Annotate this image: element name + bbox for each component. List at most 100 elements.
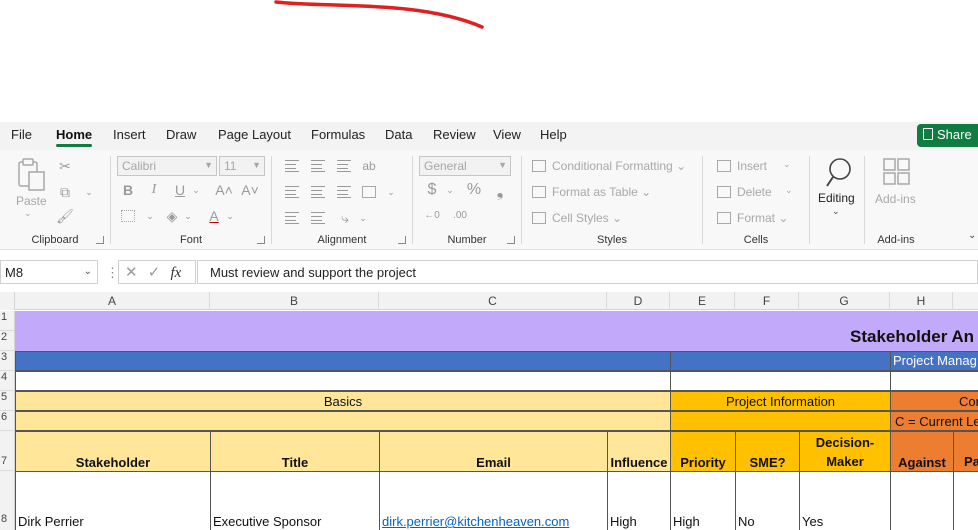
align-center-icon[interactable] — [311, 186, 325, 198]
row-header-7[interactable]: 7 — [0, 431, 15, 471]
row-header-2[interactable]: 2 — [0, 331, 15, 351]
insert-cells-button[interactable]: Insert — [737, 159, 767, 173]
copy-dropdown-icon[interactable]: ⌄ — [78, 182, 100, 202]
alignment-launcher-icon[interactable] — [398, 236, 406, 244]
borders-icon[interactable] — [121, 210, 135, 222]
delete-dropdown-icon[interactable]: ⌄ — [785, 185, 793, 196]
bold-icon[interactable]: B — [117, 180, 139, 200]
font-launcher-icon[interactable] — [257, 236, 265, 244]
commitment-header[interactable]: Con — [890, 391, 978, 411]
font-size-box[interactable]: 11 ▼ — [219, 156, 265, 176]
format-painter-icon[interactable]: 🖌 — [54, 206, 76, 226]
tab-file[interactable]: File — [11, 127, 32, 142]
column-header-a[interactable]: A — [15, 292, 210, 310]
tab-formulas[interactable]: Formulas — [311, 127, 365, 142]
collapse-ribbon-icon[interactable]: ⌄ — [968, 230, 976, 241]
row-header-1[interactable]: 1 — [0, 311, 15, 331]
row-header-6[interactable]: 6 — [0, 411, 15, 431]
empty-cell[interactable] — [15, 371, 671, 391]
merge-dropdown-icon[interactable]: ⌄ — [380, 182, 402, 202]
align-middle-icon[interactable] — [311, 160, 325, 172]
orientation-icon[interactable]: ab — [358, 156, 380, 176]
copy-icon[interactable]: ⧉ — [54, 182, 76, 202]
underline-dropdown-icon[interactable]: ⌄ — [185, 180, 207, 200]
cancel-icon[interactable]: ✕ — [125, 264, 138, 281]
clipboard-launcher-icon[interactable] — [96, 236, 104, 244]
cell-stakeholder[interactable]: Dirk Perrier — [15, 471, 211, 530]
header-sme[interactable]: SME? — [735, 431, 800, 472]
cell-styles-button[interactable]: Cell Styles ⌄ — [552, 211, 622, 225]
wrap-dropdown-icon[interactable]: ⌄ — [352, 208, 374, 228]
format-as-table-button[interactable]: Format as Table ⌄ — [552, 185, 651, 199]
project-manager-header[interactable]: Project Manag — [890, 351, 978, 371]
row-header-4[interactable]: 4 — [0, 371, 15, 391]
fill-dropdown-icon[interactable]: ⌄ — [177, 206, 199, 226]
row-header-5[interactable]: 5 — [0, 391, 15, 411]
increase-font-icon[interactable]: A˄ — [213, 180, 235, 200]
column-header-h[interactable]: H — [890, 292, 953, 310]
name-box[interactable]: M8 ⌄ — [0, 260, 98, 284]
cell-sme[interactable]: No — [735, 471, 800, 530]
currency-dropdown-icon[interactable]: ⌄ — [439, 180, 461, 200]
decrease-font-icon[interactable]: A˅ — [239, 180, 261, 200]
comma-style-icon[interactable]: ❟ — [489, 180, 511, 200]
blue-band-left[interactable] — [15, 351, 671, 371]
align-top-icon[interactable] — [285, 160, 299, 172]
addins-button[interactable]: Add-ins — [875, 192, 916, 206]
column-header-e[interactable]: E — [670, 292, 735, 310]
header-influence[interactable]: Influence — [607, 431, 671, 472]
basics-section-header[interactable]: Basics — [15, 391, 671, 411]
cell-against[interactable] — [890, 471, 954, 530]
header-email[interactable]: Email — [379, 431, 608, 472]
cell-passive[interactable] — [953, 471, 978, 530]
column-header-d[interactable]: D — [607, 292, 670, 310]
decrease-indent-icon[interactable] — [285, 212, 299, 224]
formula-input[interactable]: Must review and support the project — [197, 260, 978, 284]
cell-influence[interactable]: High — [607, 471, 671, 530]
borders-dropdown-icon[interactable]: ⌄ — [139, 206, 161, 226]
addins-icon[interactable] — [883, 158, 911, 186]
basics-subheader[interactable] — [15, 411, 671, 431]
tab-view[interactable]: View — [493, 127, 521, 142]
header-stakeholder[interactable]: Stakeholder — [15, 431, 211, 472]
number-format-box[interactable]: General ▼ — [419, 156, 511, 176]
conditional-formatting-button[interactable]: Conditional Formatting ⌄ — [552, 159, 686, 173]
number-launcher-icon[interactable] — [507, 236, 515, 244]
align-left-icon[interactable] — [285, 186, 299, 198]
increase-indent-icon[interactable] — [311, 212, 325, 224]
format-cells-button[interactable]: Format ⌄ — [737, 211, 788, 225]
header-passive[interactable]: Pa — [953, 431, 978, 472]
header-decision-maker[interactable]: Decision- Maker — [799, 431, 891, 472]
font-color-dropdown-icon[interactable]: ⌄ — [219, 206, 241, 226]
paste-dropdown-icon[interactable]: ⌄ — [24, 208, 32, 219]
header-title[interactable]: Title — [210, 431, 380, 472]
paste-label[interactable]: Paste — [16, 194, 47, 208]
row-header-8[interactable]: 8 — [0, 471, 15, 530]
merge-center-icon[interactable] — [362, 186, 376, 198]
column-header-f[interactable]: F — [735, 292, 799, 310]
header-against[interactable]: Against — [890, 431, 954, 472]
title-band[interactable] — [15, 311, 978, 351]
font-name-box[interactable]: Calibri ▼ — [117, 156, 217, 176]
tab-help[interactable]: Help — [540, 127, 567, 142]
insert-dropdown-icon[interactable]: ⌄ — [783, 159, 791, 170]
blue-band-mid[interactable] — [670, 351, 891, 371]
empty-cell[interactable] — [670, 371, 891, 391]
tab-data[interactable]: Data — [385, 127, 412, 142]
cell-email[interactable]: dirk.perrier@kitchenheaven.com — [379, 471, 608, 530]
insert-function-icon[interactable]: fx — [171, 265, 182, 281]
tab-draw[interactable]: Draw — [166, 127, 196, 142]
decrease-decimal-icon[interactable]: .00 — [449, 206, 471, 226]
percent-icon[interactable]: % — [463, 180, 485, 200]
tab-insert[interactable]: Insert — [113, 127, 146, 142]
email-link[interactable]: dirk.perrier@kitchenheaven.com — [382, 514, 569, 529]
delete-cells-button[interactable]: Delete — [737, 185, 772, 199]
align-right-icon[interactable] — [337, 186, 351, 198]
row-header-3[interactable]: 3 — [0, 351, 15, 371]
column-header-c[interactable]: C — [379, 292, 607, 310]
cell-priority[interactable]: High — [670, 471, 736, 530]
current-level-note[interactable]: C = Current Le — [890, 411, 978, 431]
align-bottom-icon[interactable] — [337, 160, 351, 172]
cut-icon[interactable]: ✂ — [54, 156, 76, 176]
column-header-b[interactable]: B — [210, 292, 379, 310]
